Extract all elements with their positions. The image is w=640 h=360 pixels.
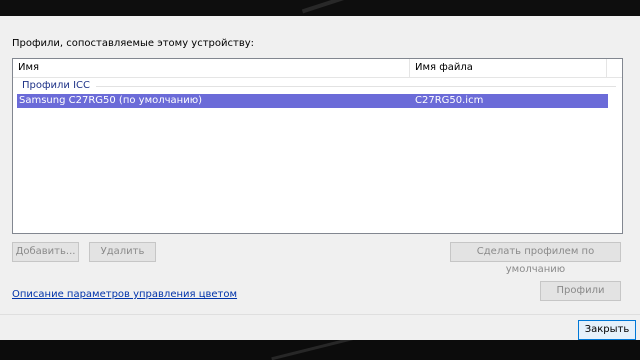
color-profiles-dialog: Профили, сопоставляемые этому устройству…: [0, 16, 640, 314]
profile-name: Samsung C27RG50 (по умолчанию): [19, 95, 203, 106]
profiles-button[interactable]: Профили: [540, 281, 621, 301]
close-button[interactable]: Закрыть: [578, 320, 636, 340]
watermark: [271, 340, 379, 360]
list-header: Имя Имя файла: [13, 59, 622, 78]
color-settings-link[interactable]: Описание параметров управления цветом: [12, 289, 237, 300]
group-label-icc: Профили ICC: [22, 79, 97, 93]
desktop-background-top: [0, 0, 640, 16]
profile-filename: C27RG50.icm: [415, 95, 484, 106]
column-header-filename[interactable]: Имя файла: [410, 59, 607, 77]
dialog-footer: [0, 314, 640, 341]
add-button[interactable]: Добавить...: [12, 242, 79, 262]
profiles-heading: Профили, сопоставляемые этому устройству…: [12, 38, 255, 49]
desktop-background-bottom: [0, 340, 640, 360]
delete-button[interactable]: Удалить: [89, 242, 156, 262]
watermark: [301, 0, 399, 14]
group-divider: [22, 86, 616, 87]
profiles-list[interactable]: Имя Имя файла Профили ICC Samsung C27RG5…: [12, 58, 623, 234]
set-default-button[interactable]: Сделать профилем по умолчанию: [450, 242, 621, 275]
list-item[interactable]: Samsung C27RG50 (по умолчанию) C27RG50.i…: [17, 94, 608, 108]
column-header-name[interactable]: Имя: [13, 59, 410, 77]
